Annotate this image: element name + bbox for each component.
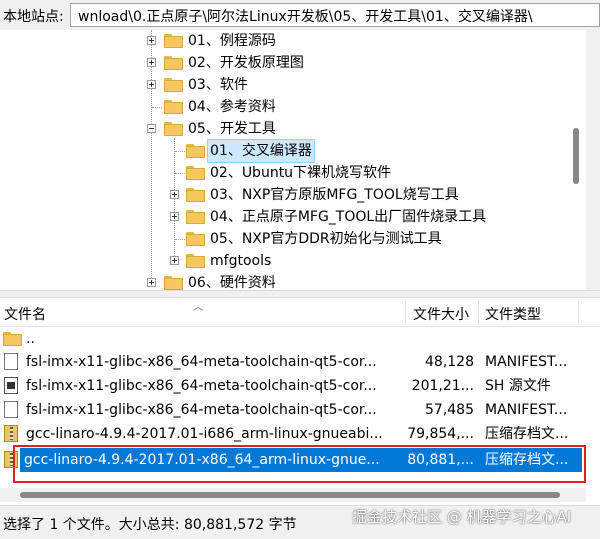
watermark-text: 掘金技术社区 @ 机器学习之心AI: [352, 508, 572, 526]
tree-line: [152, 107, 162, 108]
file-size: 201,21...: [411, 378, 474, 394]
expand-icon[interactable]: [147, 36, 156, 45]
tree-node-label: mfgtools: [210, 253, 272, 269]
tree-node-label: 03、NXP官方原版MFG_TOOL烧写工具: [210, 187, 459, 203]
expand-icon[interactable]: [147, 58, 156, 67]
folder-icon: [186, 210, 205, 224]
folder-icon: [186, 254, 205, 268]
archive-icon: [4, 451, 18, 468]
file-row[interactable]: fsl-imx-x11-glibc-x86_64-meta-toolchain-…: [0, 374, 586, 398]
expand-icon[interactable]: [170, 190, 179, 199]
expand-icon[interactable]: [147, 278, 156, 287]
tree-node-label: 02、开发板原理图: [188, 55, 304, 71]
tree-node-alientek-mfg-tool[interactable]: 04、正点原子MFG_TOOL出厂固件烧录工具: [0, 206, 586, 228]
folder-icon: [186, 144, 205, 158]
document-icon: [4, 353, 18, 370]
collapse-icon[interactable]: [147, 124, 156, 133]
file-row-selected[interactable]: gcc-linaro-4.9.4-2017.01-x86_64_arm-linu…: [4, 448, 582, 472]
file-row[interactable]: gcc-linaro-4.9.4-2017.01-i686_arm-linux-…: [0, 422, 586, 446]
tree-node-label: 05、NXP官方DDR初始化与测试工具: [210, 231, 442, 247]
tree-node-schematics[interactable]: 02、开发板原理图: [0, 52, 586, 74]
local-path-input[interactable]: wnload\0.正点原子\阿尔法Linux开发板\05、开发工具\01、交叉编…: [70, 3, 600, 27]
file-type: MANIFEST...: [485, 354, 568, 370]
file-name: ..: [26, 331, 35, 347]
status-text: 选择了 1 个文件。大小总共: 80,881,572 字节: [3, 517, 297, 533]
expand-icon[interactable]: [170, 256, 179, 265]
tree-line: [175, 151, 185, 152]
file-row[interactable]: fsl-imx-x11-glibc-x86_64-meta-toolchain-…: [0, 350, 586, 374]
column-divider[interactable]: [578, 300, 579, 324]
tree-node-label: 04、正点原子MFG_TOOL出厂固件烧录工具: [210, 209, 487, 225]
tree-node-software[interactable]: 03、软件: [0, 74, 586, 96]
horizontal-scroll-thumb[interactable]: [20, 492, 560, 498]
folder-icon: [186, 232, 205, 246]
expand-icon[interactable]: [170, 212, 179, 221]
tree-node-label: 03、软件: [188, 77, 248, 93]
file-type: 压缩存档文...: [485, 426, 569, 442]
folder-icon: [164, 100, 183, 114]
tree-node-label: 06、硬件资料: [188, 275, 276, 290]
local-site-bar: 本地站点: wnload\0.正点原子\阿尔法Linux开发板\05、开发工具\…: [0, 0, 600, 30]
file-name: fsl-imx-x11-glibc-x86_64-meta-toolchain-…: [26, 402, 377, 418]
archive-icon: [4, 425, 18, 442]
file-name: fsl-imx-x11-glibc-x86_64-meta-toolchain-…: [26, 378, 377, 394]
local-path-text: wnload\0.正点原子\阿尔法Linux开发板\05、开发工具\01、交叉编…: [78, 9, 533, 25]
column-divider[interactable]: [478, 300, 479, 324]
file-row-parent[interactable]: ..: [0, 327, 586, 351]
shell-script-icon: [4, 377, 18, 394]
file-row[interactable]: fsl-imx-x11-glibc-x86_64-meta-toolchain-…: [0, 398, 586, 422]
tree-node-references[interactable]: 04、参考资料: [0, 96, 586, 118]
file-name: fsl-imx-x11-glibc-x86_64-meta-toolchain-…: [26, 354, 377, 370]
tree-node-ubuntu-flash[interactable]: 02、Ubuntu下裸机烧写软件: [0, 162, 586, 184]
folder-icon: [164, 276, 183, 290]
column-divider[interactable]: [405, 300, 406, 324]
folder-open-icon: [164, 122, 183, 136]
file-type: SH 源文件: [485, 378, 551, 394]
tree-node-examples[interactable]: 01、例程源码: [0, 30, 586, 52]
tree-line: [175, 173, 185, 174]
file-type: MANIFEST...: [485, 402, 568, 418]
file-size: 48,128: [425, 354, 474, 370]
tree-node-dev-tools[interactable]: 05、开发工具: [0, 118, 586, 140]
pane-splitter[interactable]: [0, 290, 600, 298]
folder-icon: [164, 56, 183, 70]
file-list-header: ︿ 文件名 文件大小 文件类型: [0, 298, 600, 327]
tree-node-nxp-ddr-tool[interactable]: 05、NXP官方DDR初始化与测试工具: [0, 228, 586, 250]
local-site-label: 本地站点:: [3, 9, 64, 25]
sort-caret-icon: ︿: [193, 302, 203, 313]
directory-tree[interactable]: 01、例程源码 02、开发板原理图 03、软件 04、参考资料 05、开发工具 …: [0, 30, 586, 290]
file-size: 79,854,...: [407, 426, 474, 442]
folder-icon: [164, 78, 183, 92]
tree-node-label: 05、开发工具: [188, 121, 276, 137]
tree-node-label: 02、Ubuntu下裸机烧写软件: [210, 165, 392, 181]
tree-node-label: 01、例程源码: [188, 33, 276, 49]
tree-node-nxp-mfg-tool[interactable]: 03、NXP官方原版MFG_TOOL烧写工具: [0, 184, 586, 206]
tree-line: [175, 239, 185, 240]
file-name: gcc-linaro-4.9.4-2017.01-i686_arm-linux-…: [26, 426, 383, 442]
tree-node-label: 01、交叉编译器: [207, 139, 315, 163]
folder-icon: [164, 34, 183, 48]
column-header-name[interactable]: 文件名: [4, 304, 46, 324]
folder-icon: [186, 188, 205, 202]
tree-node-cross-compiler[interactable]: 01、交叉编译器: [0, 139, 586, 163]
file-size: 80,881,...: [407, 452, 474, 468]
column-header-type[interactable]: 文件类型: [485, 304, 541, 324]
tree-vertical-scrollbar[interactable]: [586, 30, 600, 290]
tree-node-mfgtools[interactable]: mfgtools: [0, 250, 586, 272]
file-type: 压缩存档文...: [485, 452, 569, 468]
folder-icon: [186, 166, 205, 180]
expand-icon[interactable]: [147, 80, 156, 89]
column-header-size[interactable]: 文件大小: [413, 304, 469, 324]
folder-icon: [3, 332, 22, 346]
tree-node-label: 04、参考资料: [188, 99, 276, 115]
tree-node-hardware[interactable]: 06、硬件资料: [0, 272, 586, 290]
file-size: 57,485: [425, 402, 474, 418]
file-name: gcc-linaro-4.9.4-2017.01-x86_64_arm-linu…: [24, 452, 380, 468]
tree-scroll-thumb[interactable]: [573, 128, 579, 184]
document-icon: [4, 401, 18, 418]
